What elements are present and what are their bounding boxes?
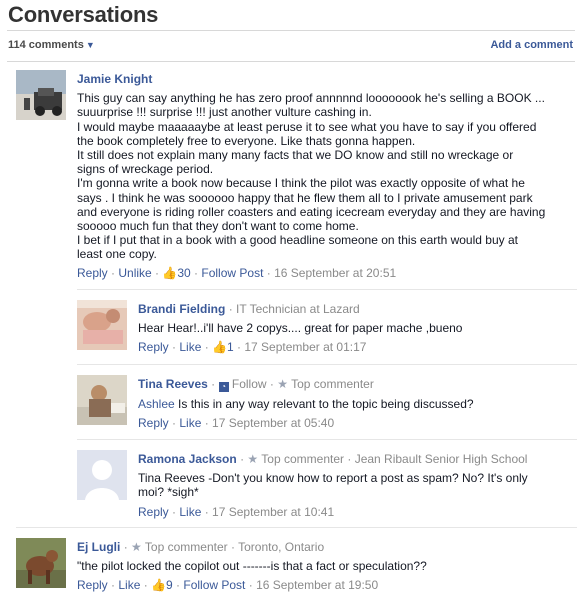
- thumbs-up-icon: 👍: [212, 340, 227, 355]
- avatar-image: [77, 300, 127, 350]
- reply-header: Brandi Fielding · IT Technician at Lazar…: [138, 302, 360, 316]
- page-title: Conversations: [8, 2, 159, 27]
- commenter-name[interactable]: Ej Lugli: [77, 540, 120, 554]
- follow-link[interactable]: Follow: [232, 377, 267, 391]
- timestamp[interactable]: 17 September at 01:17: [244, 340, 366, 354]
- comment-body: Hear Hear!..i'll have 2 copys.... great …: [138, 321, 463, 336]
- avatar[interactable]: [77, 450, 127, 500]
- timestamp[interactable]: 17 September at 05:40: [212, 416, 334, 430]
- comment-actions: Reply · Like · 👍9 · Follow Post · 16 Sep…: [77, 578, 379, 593]
- reply-ramona-jackson: Ramona Jackson · ★ Top commenter · Jean …: [138, 452, 578, 519]
- reply-link[interactable]: Reply: [77, 266, 108, 280]
- divider: [77, 364, 577, 365]
- timestamp[interactable]: 17 September at 10:41: [212, 505, 334, 519]
- reply-link[interactable]: Reply: [138, 340, 169, 354]
- comment-body: "the pilot locked the copilot out ------…: [77, 559, 427, 574]
- comment-body: Ashlee Is this in any way relevant to th…: [138, 397, 474, 411]
- divider: [16, 527, 577, 528]
- divider: [77, 439, 577, 440]
- add-comment-link[interactable]: Add a comment: [490, 39, 573, 51]
- like-link[interactable]: Like: [118, 578, 140, 592]
- follow-post-link[interactable]: Follow Post: [201, 266, 263, 280]
- avatar-image: [77, 375, 127, 425]
- reply-header: Tina Reeves · ◔ Follow · ★ Top commenter: [138, 377, 374, 392]
- reply-tina-reeves: Tina Reeves · ◔ Follow · ★ Top commenter…: [138, 377, 578, 430]
- default-avatar-icon: [77, 450, 127, 500]
- like-count[interactable]: 30: [177, 266, 190, 280]
- reply-link[interactable]: Reply: [138, 505, 169, 519]
- comment-count: 114 comments: [8, 39, 84, 51]
- commenter-name[interactable]: Brandi Fielding: [138, 302, 225, 316]
- school-link[interactable]: Jean Ribault Senior High School: [355, 452, 528, 466]
- top-commenter-badge: Top commenter: [144, 540, 228, 554]
- comment-count-dropdown[interactable]: 114 comments ▼: [8, 39, 95, 51]
- rss-icon: ◔: [218, 382, 229, 392]
- like-count[interactable]: 9: [166, 578, 173, 592]
- comment-ej-lugli: Ej Lugli · ★ Top commenter · Toronto, On…: [77, 540, 577, 593]
- comment-actions: Reply · Unlike · 👍30 · Follow Post · 16 …: [77, 265, 397, 280]
- avatar[interactable]: [77, 375, 127, 425]
- unlike-link[interactable]: Unlike: [118, 266, 151, 280]
- comments-toolbar: 114 comments ▼ Add a comment: [7, 30, 575, 62]
- location-link[interactable]: Toronto, Ontario: [238, 540, 324, 554]
- timestamp[interactable]: 16 September at 20:51: [274, 266, 396, 280]
- avatar-image: [16, 538, 66, 588]
- like-count[interactable]: 1: [227, 340, 234, 354]
- job-title: IT Technician: [236, 302, 307, 316]
- commenter-name[interactable]: Tina Reeves: [138, 377, 208, 391]
- company-link[interactable]: Lazard: [323, 302, 360, 316]
- like-link[interactable]: Like: [179, 416, 201, 430]
- caret-down-icon: ▼: [85, 40, 95, 50]
- reply-header: Ramona Jackson · ★ Top commenter · Jean …: [138, 452, 528, 466]
- comment-body: This guy can say anything he has zero pr…: [77, 91, 546, 262]
- reply-link[interactable]: Reply: [138, 416, 169, 430]
- comment-header: Ej Lugli · ★ Top commenter · Toronto, On…: [77, 540, 325, 554]
- top-commenter-badge: Top commenter: [291, 377, 374, 391]
- follow-post-link[interactable]: Follow Post: [183, 578, 245, 592]
- at-label: at: [309, 302, 320, 316]
- comment-actions: Reply · Like · 17 September at 05:40: [138, 416, 335, 431]
- star-icon: ★: [277, 377, 288, 391]
- like-link[interactable]: Like: [179, 340, 201, 354]
- mention-link[interactable]: Ashlee: [138, 397, 175, 411]
- divider: [77, 289, 577, 290]
- thumbs-up-icon: 👍: [151, 578, 166, 593]
- avatar-image: [16, 70, 66, 120]
- comment-body: Tina Reeves -Don't you know how to repor…: [138, 471, 528, 500]
- reply-link[interactable]: Reply: [77, 578, 108, 592]
- avatar[interactable]: [77, 300, 127, 350]
- comment-jamie-knight: Jamie Knight This guy can say anything h…: [77, 72, 577, 280]
- top-commenter-badge: Top commenter: [261, 452, 344, 466]
- thumbs-up-icon: 👍: [162, 265, 178, 280]
- like-link[interactable]: Like: [179, 505, 201, 519]
- comment-actions: Reply · Like · 👍1 · 17 September at 01:1…: [138, 340, 367, 355]
- commenter-name[interactable]: Ramona Jackson: [138, 452, 237, 466]
- reply-brandi-fielding: Brandi Fielding · IT Technician at Lazar…: [138, 302, 578, 355]
- timestamp[interactable]: 16 September at 19:50: [256, 578, 378, 592]
- commenter-name[interactable]: Jamie Knight: [77, 72, 577, 86]
- star-icon: ★: [131, 540, 142, 554]
- star-icon: ★: [247, 452, 259, 466]
- avatar[interactable]: [16, 70, 66, 120]
- avatar[interactable]: [16, 538, 66, 588]
- comment-actions: Reply · Like · 17 September at 10:41: [138, 504, 335, 519]
